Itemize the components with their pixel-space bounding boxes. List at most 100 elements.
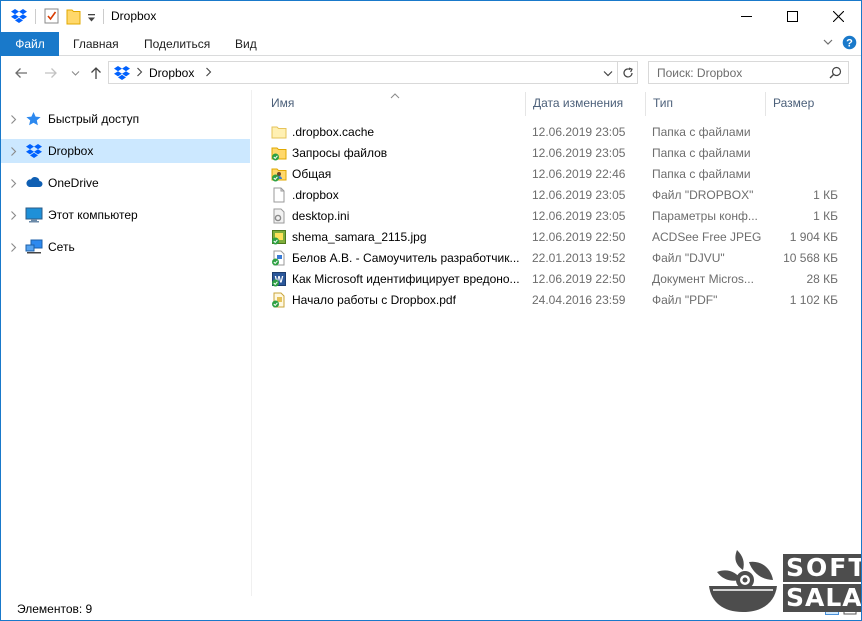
nav-label: Dropbox <box>48 144 94 158</box>
dropbox-icon <box>25 143 43 162</box>
file-name: Начало работы с Dropbox.pdf <box>292 293 456 307</box>
file-row[interactable]: .dropbox 12.06.2019 23:05 Файл "DROPBOX"… <box>263 185 849 206</box>
close-button[interactable] <box>815 1 861 32</box>
nav-item-network[interactable]: Сеть <box>1 235 250 259</box>
file-date: 12.06.2019 22:50 <box>532 272 626 286</box>
dropbox-icon <box>113 65 131 84</box>
file-row[interactable]: Общая 12.06.2019 22:46 Папка с файлами <box>263 164 849 185</box>
up-arrow-icon <box>91 67 101 79</box>
address-bar[interactable]: Dropbox <box>108 61 638 84</box>
nav-label: Этот компьютер <box>48 208 138 222</box>
column-header-type[interactable]: Тип <box>645 90 765 116</box>
tab-view[interactable]: Вид <box>223 32 269 56</box>
dropbox-icon[interactable] <box>10 8 28 27</box>
column-header-size[interactable]: Размер <box>765 90 849 116</box>
back-arrow-icon <box>15 68 27 78</box>
forward-button[interactable] <box>41 64 61 82</box>
synced-folder-icon <box>271 145 287 164</box>
svg-text:?: ? <box>846 37 853 49</box>
explorer-window: Dropbox Файл Главная Поделиться Вид ? Dr… <box>0 0 862 621</box>
ribbon-tabs: Файл Главная Поделиться Вид ? <box>1 32 861 56</box>
chevron-right-icon[interactable] <box>10 114 17 128</box>
nav-label: Сеть <box>48 240 75 254</box>
word-file-icon: W <box>271 271 287 290</box>
chevron-right-icon[interactable] <box>10 146 17 160</box>
file-size: 28 КБ <box>806 272 838 286</box>
settings-file-icon <box>271 208 287 227</box>
nav-item-quick-access[interactable]: Быстрый доступ <box>1 107 250 131</box>
properties-icon[interactable] <box>44 8 59 27</box>
softsalad-watermark: SOFT SALAD <box>705 546 861 620</box>
file-name: Белов А.В. - Самоучитель разработчик... <box>292 251 520 265</box>
path-separator-icon[interactable] <box>136 66 143 81</box>
nav-item-dropbox[interactable]: Dropbox <box>1 139 250 163</box>
tab-share[interactable]: Поделиться <box>132 32 222 56</box>
file-date: 12.06.2019 23:05 <box>532 125 626 139</box>
file-size: 1 КБ <box>813 188 838 202</box>
forward-arrow-icon <box>45 68 57 78</box>
nav-label: OneDrive <box>48 176 99 190</box>
nav-item-this-pc[interactable]: Этот компьютер <box>1 203 250 227</box>
chevron-right-icon[interactable] <box>10 242 17 256</box>
file-row[interactable]: desktop.ini 12.06.2019 23:05 Параметры к… <box>263 206 849 227</box>
chevron-right-icon[interactable] <box>10 210 17 224</box>
customize-dropdown-icon[interactable] <box>87 12 96 26</box>
file-name: desktop.ini <box>292 209 350 223</box>
watermark-soft-text: SOFT <box>783 554 861 582</box>
file-size: 10 568 КБ <box>783 251 838 265</box>
file-row[interactable]: .dropbox.cache 12.06.2019 23:05 Папка с … <box>263 122 849 143</box>
recent-locations-button[interactable] <box>65 64 85 82</box>
expand-ribbon-icon[interactable] <box>822 36 834 51</box>
breadcrumb-dropbox[interactable]: Dropbox <box>149 66 194 80</box>
search-input[interactable]: Поиск: Dropbox <box>648 61 849 84</box>
file-row[interactable]: Запросы файлов 12.06.2019 23:05 Папка с … <box>263 143 849 164</box>
file-type: Файл "DROPBOX" <box>652 188 754 202</box>
image-file-icon <box>271 229 287 248</box>
maximize-button[interactable] <box>769 1 815 32</box>
file-date: 24.04.2016 23:59 <box>532 293 626 307</box>
address-history-button[interactable] <box>599 64 617 82</box>
djvu-file-icon <box>271 250 287 269</box>
tab-home[interactable]: Главная <box>61 32 131 56</box>
watermark-salad-text: SALAD <box>783 584 861 612</box>
minimize-button[interactable] <box>723 1 769 32</box>
search-icon[interactable] <box>829 66 842 82</box>
file-row[interactable]: shema_samara_2115.jpg 12.06.2019 22:50 A… <box>263 227 849 248</box>
navigation-pane: Быстрый доступ Dropbox OneDrive Этот ком… <box>1 90 251 596</box>
file-name: Запросы файлов <box>292 146 388 160</box>
file-date: 22.01.2013 19:52 <box>532 251 626 265</box>
tab-file[interactable]: Файл <box>1 32 59 56</box>
nav-item-onedrive[interactable]: OneDrive <box>1 171 250 195</box>
folder-icon <box>271 124 287 143</box>
up-button[interactable] <box>86 64 106 82</box>
file-list: Имя Дата изменения Тип Размер .dropbox.c… <box>263 90 849 596</box>
help-icon[interactable]: ? <box>842 35 857 53</box>
new-folder-icon[interactable] <box>66 8 81 28</box>
nav-label: Быстрый доступ <box>48 112 140 126</box>
pane-splitter[interactable] <box>251 90 252 596</box>
pdf-file-icon <box>271 292 287 311</box>
search-placeholder: Поиск: Dropbox <box>657 66 743 80</box>
blank-file-icon <box>271 187 287 206</box>
file-size: 1 КБ <box>813 209 838 223</box>
file-row[interactable]: W Как Microsoft идентифицирует вредоно..… <box>263 269 849 290</box>
star-icon <box>25 111 42 130</box>
refresh-button[interactable] <box>617 62 638 83</box>
file-name: .dropbox <box>292 188 339 202</box>
file-type: Файл "DJVU" <box>652 251 725 265</box>
column-header-name[interactable]: Имя <box>263 90 525 116</box>
file-name: Как Microsoft идентифицирует вредоно... <box>292 272 520 286</box>
file-row[interactable]: Начало работы с Dropbox.pdf 24.04.2016 2… <box>263 290 849 311</box>
chevron-down-icon <box>603 70 613 76</box>
chevron-right-icon[interactable] <box>10 178 17 192</box>
file-type: Документ Micros... <box>652 272 754 286</box>
file-name: .dropbox.cache <box>292 125 375 139</box>
file-type: ACDSee Free JPEG... <box>652 230 762 244</box>
path-separator-icon[interactable] <box>205 65 212 81</box>
column-header-date[interactable]: Дата изменения <box>525 90 645 116</box>
file-size: 1 102 КБ <box>789 293 838 307</box>
address-row: Dropbox Поиск: Dropbox <box>1 56 861 90</box>
file-row[interactable]: Белов А.В. - Самоучитель разработчик... … <box>263 248 849 269</box>
back-button[interactable] <box>11 64 31 82</box>
file-name: shema_samara_2115.jpg <box>292 230 427 244</box>
